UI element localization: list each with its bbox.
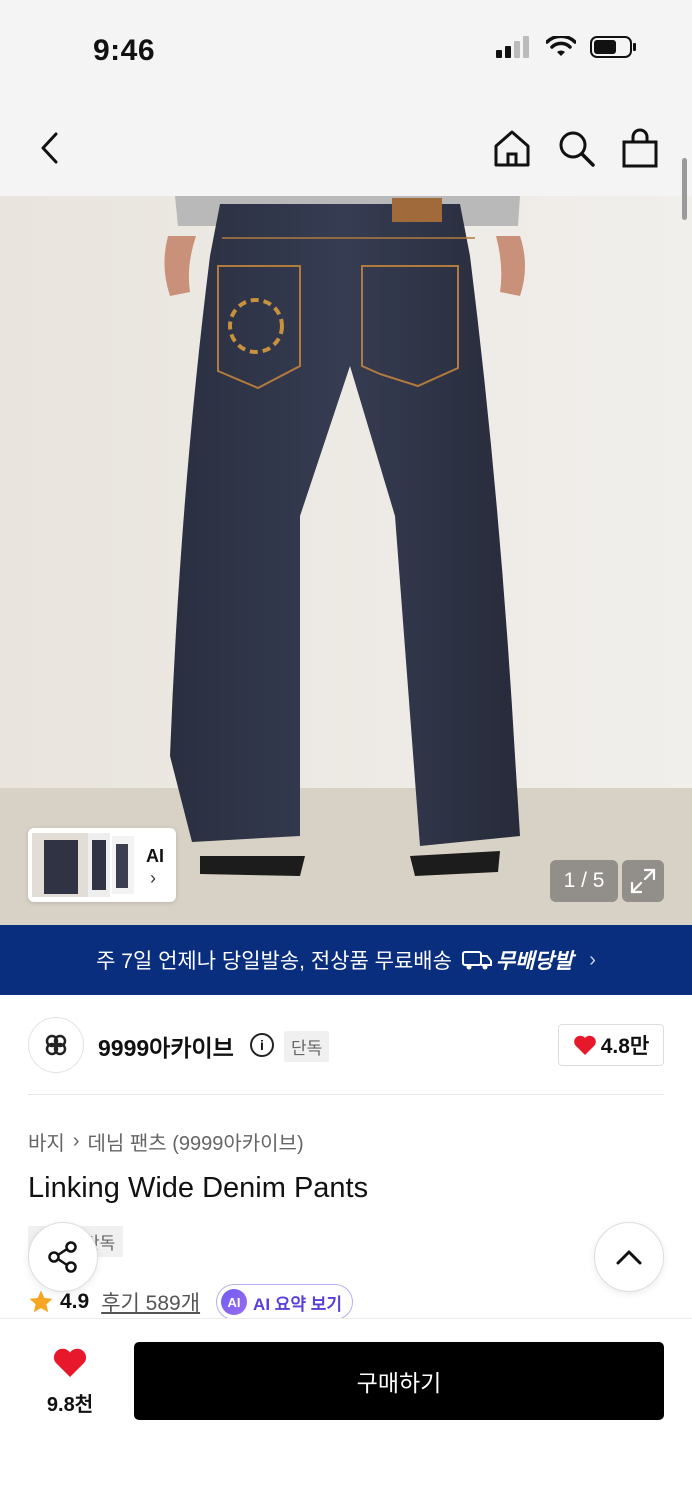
ai-label: AI <box>146 846 164 866</box>
breadcrumb-subcategory[interactable]: 데님 팬츠 (9999아카이브) <box>87 1127 303 1156</box>
banner-text: 주 7일 언제나 당일발송, 전상품 무료배송 <box>96 950 452 973</box>
review-link[interactable]: 후기 589개 <box>101 1287 200 1317</box>
breadcrumb-category[interactable]: 바지 <box>28 1127 65 1156</box>
banner-brand: 무배당발 <box>461 945 574 975</box>
battery-icon <box>590 36 636 58</box>
scroll-indicator[interactable] <box>682 158 687 220</box>
scroll-top-button[interactable] <box>594 1222 664 1292</box>
bag-button[interactable] <box>618 126 662 170</box>
image-counter: 1 / 5 <box>550 860 618 902</box>
rating-row: 4.9 후기 589개 AI AI 요약 보기 <box>28 1284 354 1320</box>
ai-thumbnail-strip[interactable]: AI › <box>28 828 176 902</box>
wishlist-button[interactable]: 9.8천 <box>30 1347 110 1417</box>
bottom-bar: 9.8천 구매하기 <box>0 1318 692 1500</box>
ai-summary-label: AI 요약 보기 <box>253 1294 343 1314</box>
wishlist-count: 9.8천 <box>46 1394 94 1416</box>
info-icon[interactable]: i <box>250 1033 274 1057</box>
exclusive-badge: 단독 <box>284 1031 330 1062</box>
nav-bar <box>0 96 692 196</box>
brand-like-button[interactable]: 4.8만 <box>558 1024 664 1066</box>
divider <box>28 1094 664 1095</box>
brand-name[interactable]: 9999아카이브 <box>98 1029 234 1063</box>
expand-button[interactable] <box>622 860 664 902</box>
rating-score: 4.9 <box>60 1290 90 1313</box>
ai-summary-button[interactable]: AI AI 요약 보기 <box>216 1284 354 1320</box>
brand-logo[interactable] <box>28 1017 84 1073</box>
home-icon <box>494 130 530 167</box>
truck-icon <box>461 951 492 970</box>
heart-icon <box>573 1035 596 1055</box>
jeans-photo <box>0 196 692 925</box>
brand-like-count: 4.8만 <box>600 1035 650 1058</box>
brand-logo-mark <box>45 1034 67 1056</box>
chevron-right-icon: › <box>72 1130 80 1152</box>
expand-icon <box>630 868 656 894</box>
breadcrumb: 바지 › 데님 팬츠 (9999아카이브) <box>28 1127 304 1156</box>
banner-brand-label: 무배당발 <box>495 950 574 973</box>
status-time: 9:46 <box>93 34 156 67</box>
share-button[interactable] <box>28 1222 98 1292</box>
shipping-banner[interactable]: 주 7일 언제나 당일발송, 전상품 무료배송 무배당발 › <box>0 925 692 995</box>
signal-icon <box>496 36 529 58</box>
chevron-up-icon <box>616 1250 642 1265</box>
chevron-right-icon: › <box>150 868 156 888</box>
thumbnail-images <box>32 833 134 897</box>
search-icon <box>559 131 595 167</box>
product-image[interactable] <box>0 196 692 925</box>
bag-icon <box>622 128 658 168</box>
buy-button[interactable]: 구매하기 <box>134 1342 664 1420</box>
search-button[interactable] <box>554 126 598 170</box>
ai-icon: AI <box>221 1289 248 1315</box>
status-icons <box>496 36 636 58</box>
back-icon <box>41 132 58 164</box>
home-button[interactable] <box>490 126 534 170</box>
product-title: Linking Wide Denim Pants <box>28 1172 369 1204</box>
share-icon <box>48 1241 77 1273</box>
chevron-right-icon: › <box>589 948 596 971</box>
status-bar: 9:46 <box>0 0 692 96</box>
heart-icon <box>53 1348 87 1377</box>
brand-row: 9999아카이브 i 단독 4.8만 <box>28 1017 664 1073</box>
wifi-icon <box>546 36 576 56</box>
star-icon <box>29 1290 53 1313</box>
back-button[interactable] <box>28 126 72 170</box>
